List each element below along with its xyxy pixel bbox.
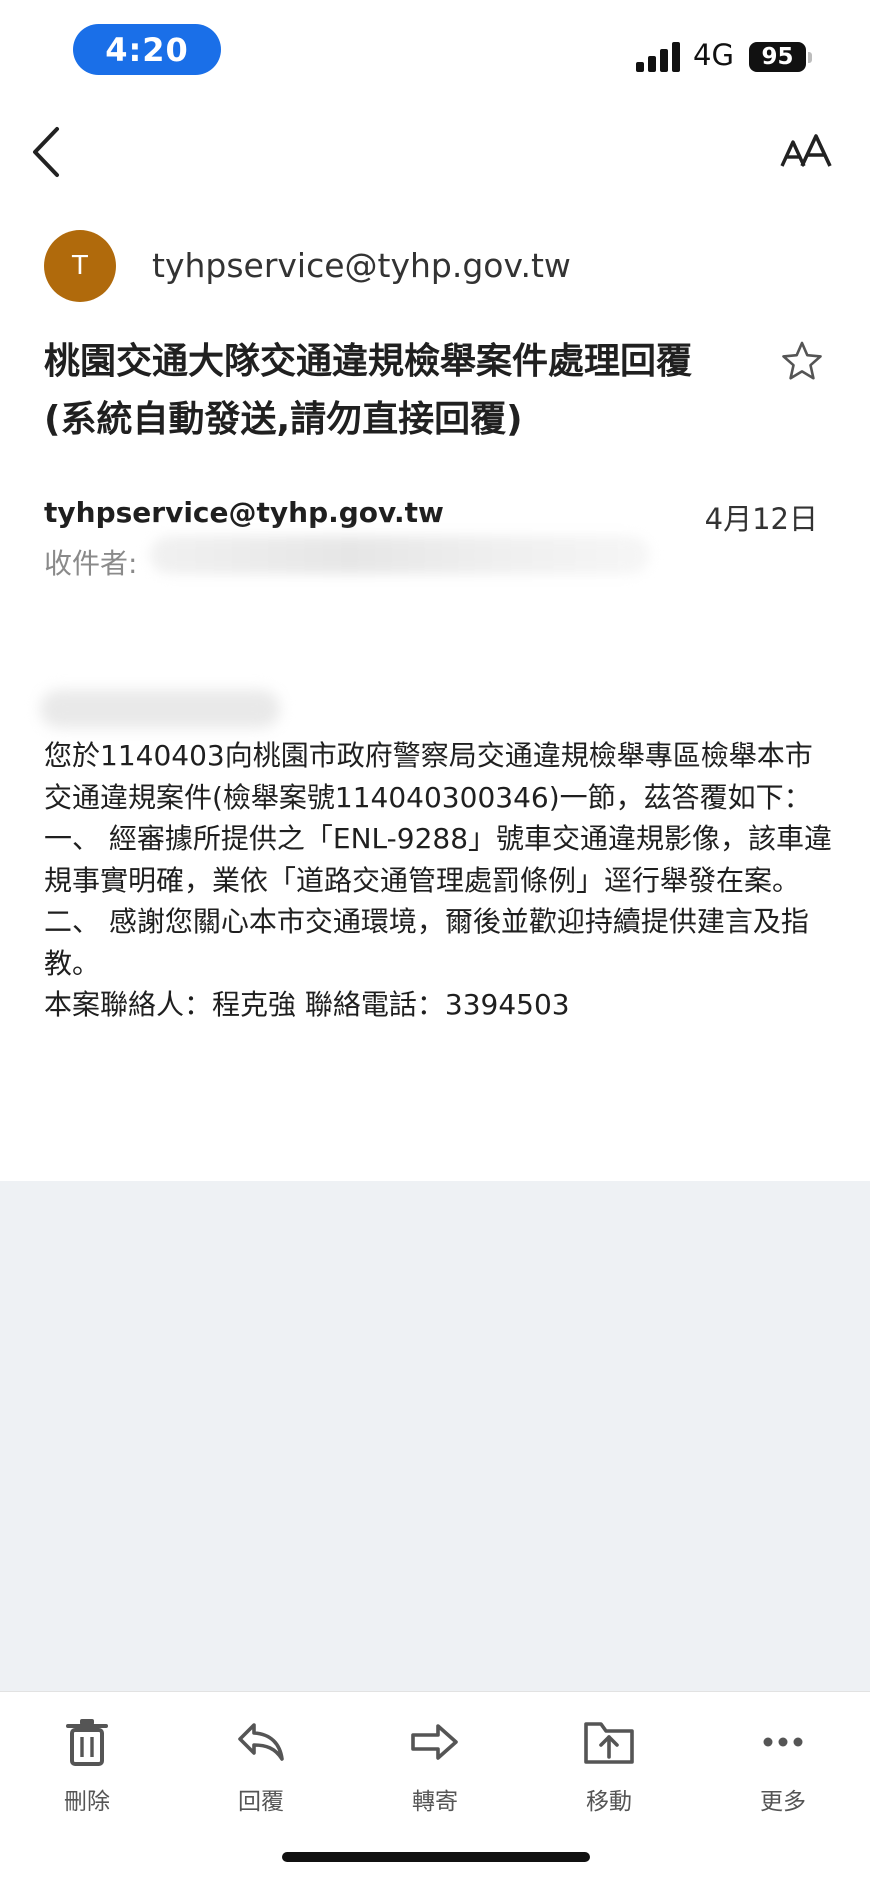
signal-strength-icon [636,42,680,72]
star-button[interactable] [781,340,823,382]
recipient-redacted [150,536,650,574]
reply-button[interactable]: 回覆 [201,1712,321,1822]
delete-button[interactable]: 刪除 [27,1712,147,1822]
chevron-left-icon [33,127,59,177]
more-label: 更多 [760,1789,806,1815]
battery-level: 95 [761,44,794,70]
battery-cap [808,52,812,63]
email-date: 4月12日 [704,502,818,536]
status-bar: 4:20 4G 95 [0,0,870,100]
body-paragraph: 您於1140403向桃園市政府警察局交通違規檢舉專區檢舉本市交通違規案件(檢舉案… [44,739,813,814]
delete-label: 刪除 [64,1789,110,1815]
move-button[interactable]: 移動 [549,1712,669,1822]
move-label: 移動 [586,1789,632,1815]
empty-content-area [0,1181,870,1691]
reply-icon [238,1723,284,1761]
more-button[interactable]: 更多 [723,1712,843,1822]
sender-email-header[interactable]: tyhpservice@tyhp.gov.tw [152,246,571,285]
greeting-redacted [40,690,280,728]
text-size-button[interactable] [778,128,834,174]
email-body: 您於1140403向桃園市政府警察局交通違規檢舉專區檢舉本市交通違規案件(檢舉案… [44,735,834,1026]
status-time: 4:20 [73,24,221,75]
body-paragraph: 本案聯絡人：程克強 聯絡電話：3394503 [44,988,570,1021]
email-subject: 桃園交通大隊交通違規檢舉案件處理回覆(系統自動發送,請勿直接回覆) [44,341,693,440]
sender-avatar[interactable]: T [44,230,116,302]
forward-label: 轉寄 [412,1789,458,1815]
text-size-icon [780,134,832,167]
star-outline-icon [782,341,822,380]
back-button[interactable] [26,122,66,182]
body-paragraph: 二、 感謝您關心本市交通環境，爾後並歡迎持續提供建言及指教。 [44,905,809,980]
battery-icon: 95 [749,42,806,72]
move-folder-icon [584,1722,634,1764]
forward-button[interactable]: 轉寄 [375,1712,495,1822]
more-icon [763,1737,803,1747]
avatar-letter: T [72,251,88,281]
network-type: 4G [693,38,734,72]
reply-label: 回覆 [238,1789,284,1815]
home-indicator [282,1852,590,1862]
forward-icon [411,1724,458,1760]
body-paragraph: 一、 經審據所提供之「ENL-9288」號車交通違規影像，該車違規事實明確，業依… [44,822,833,897]
trash-icon [66,1719,108,1766]
recipient-label: 收件者: [44,547,138,580]
from-address[interactable]: tyhpservice@tyhp.gov.tw [44,496,444,529]
